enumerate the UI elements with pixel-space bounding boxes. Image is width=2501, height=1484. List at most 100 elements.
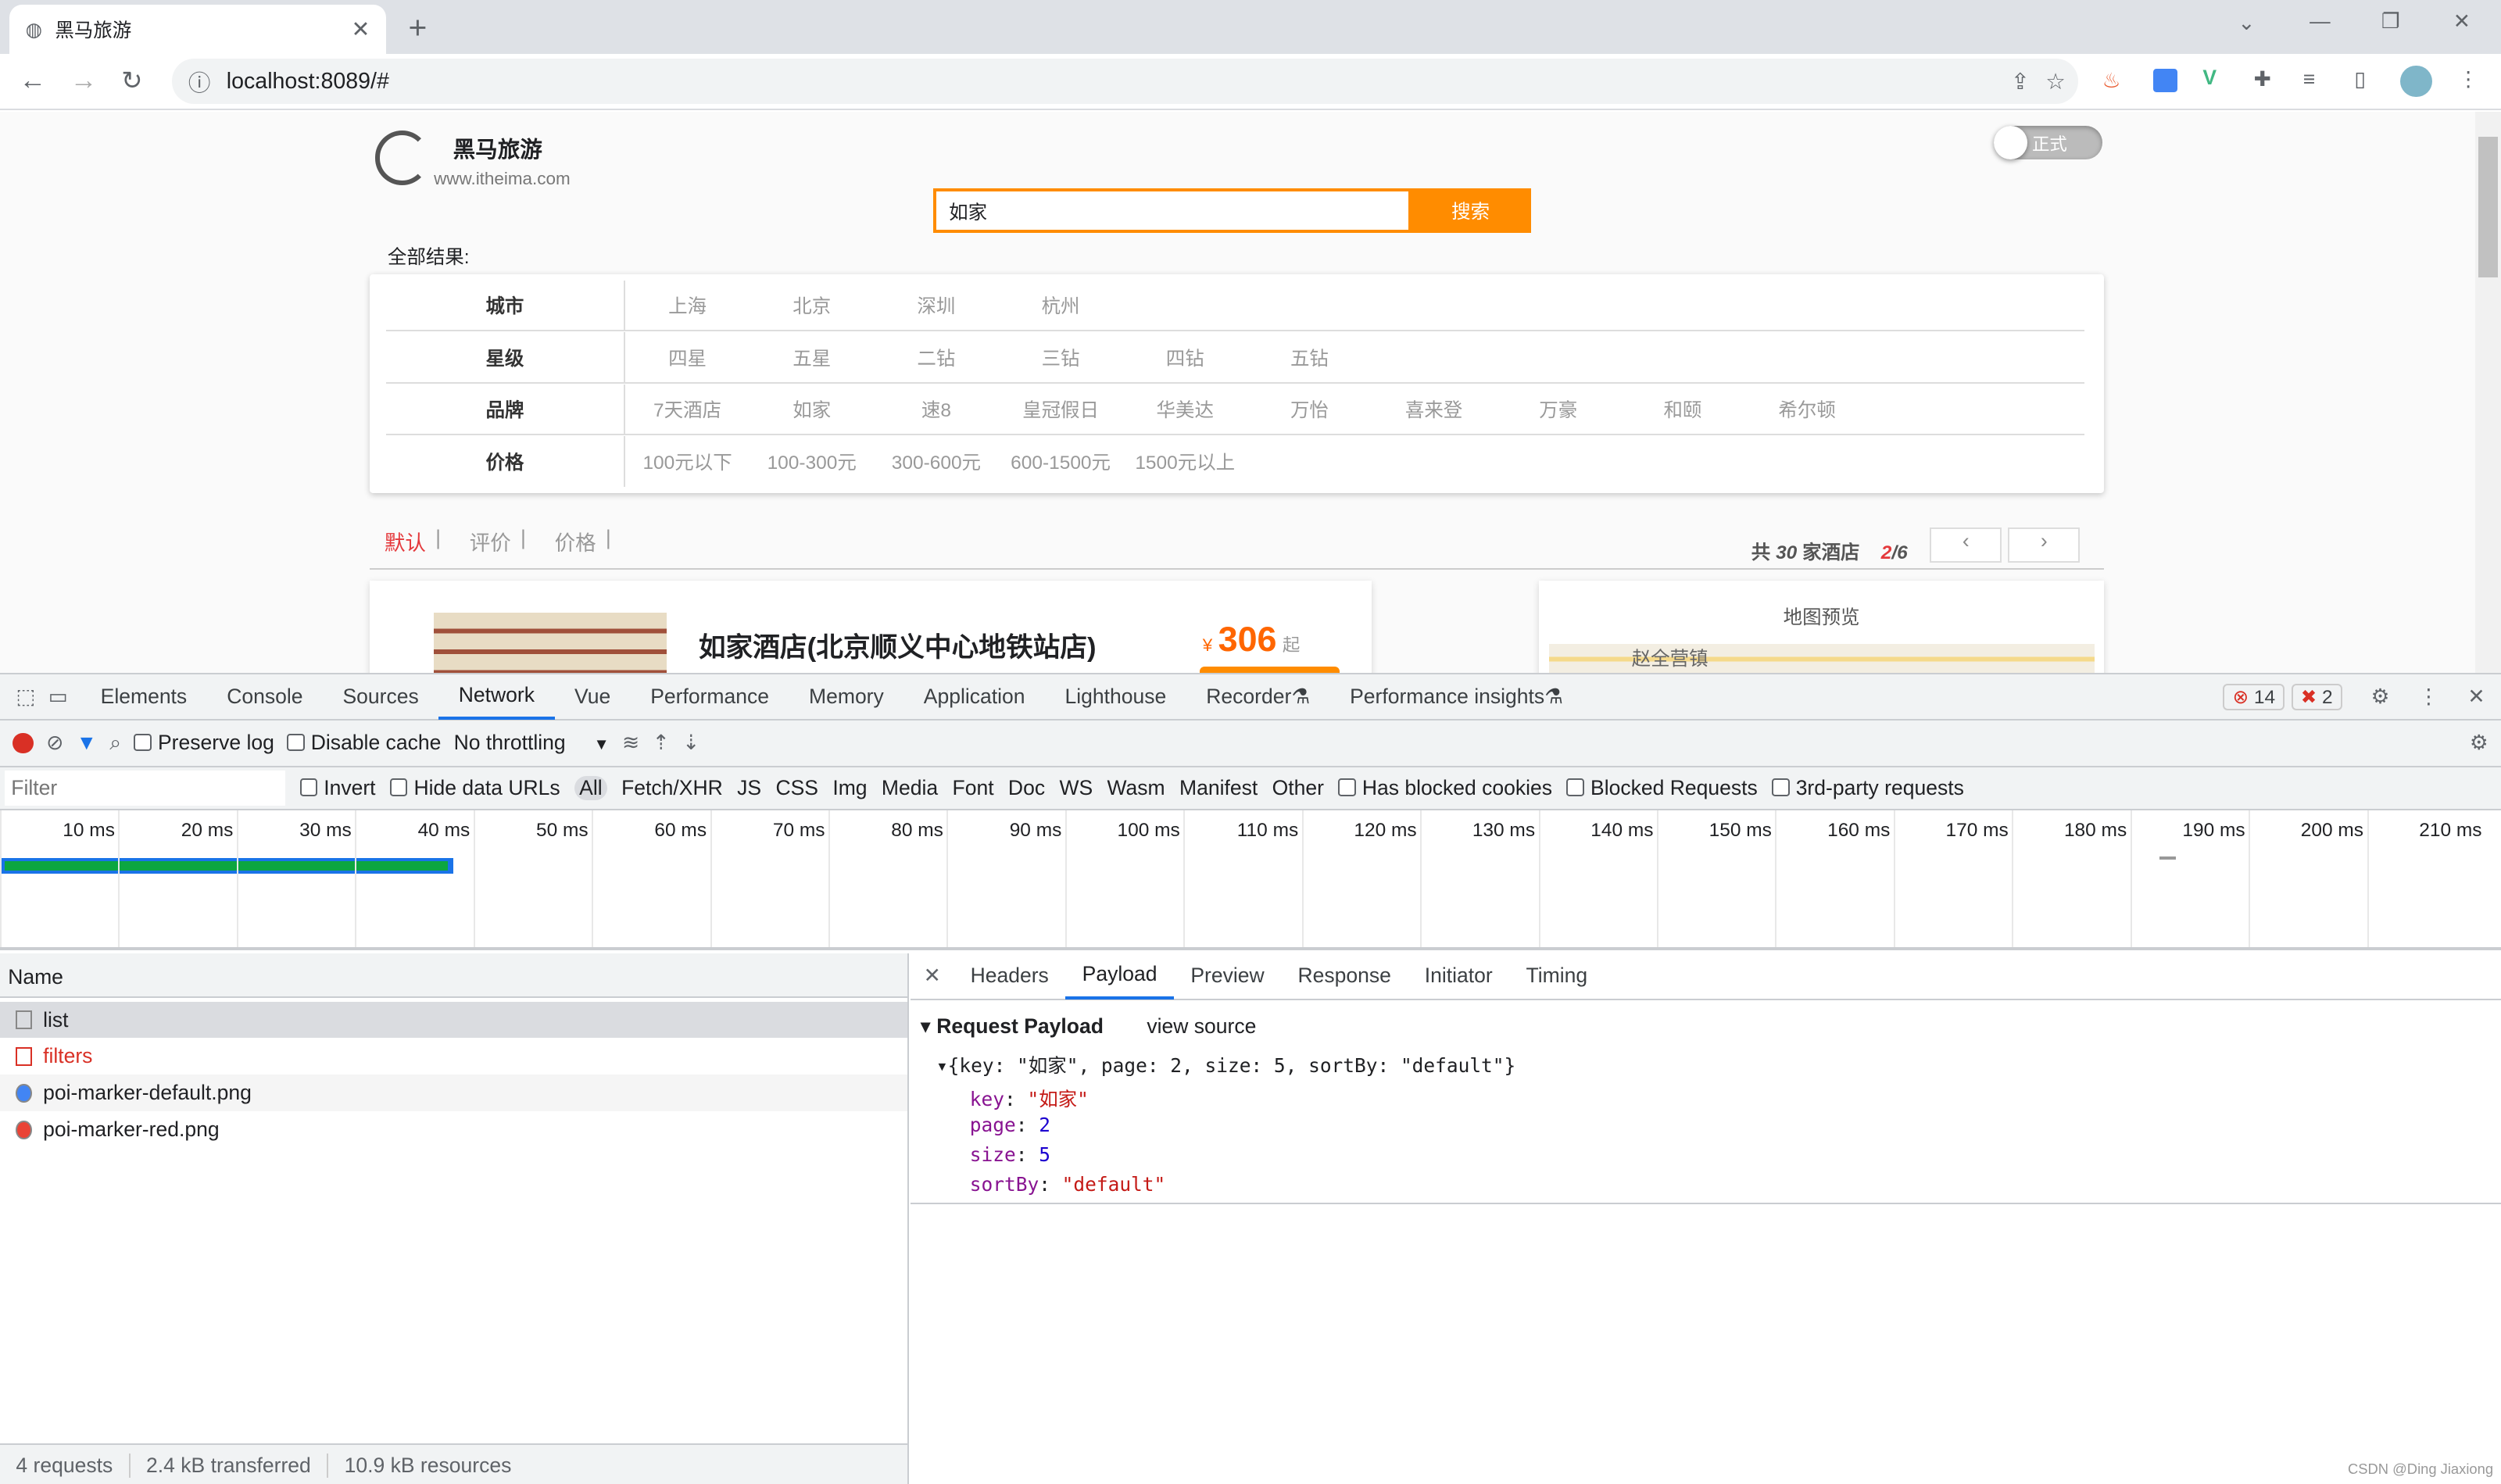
- close-detail-icon[interactable]: ✕: [911, 964, 954, 988]
- sort-price[interactable]: 价格: [555, 526, 596, 556]
- close-window-icon[interactable]: ✕: [2453, 9, 2471, 34]
- error-count-badge[interactable]: ⊗ 14: [2223, 683, 2285, 710]
- invert-checkbox[interactable]: Invert: [299, 776, 376, 800]
- filter-option[interactable]: 二钻: [874, 344, 998, 371]
- type-filter-button[interactable]: Wasm: [1107, 776, 1165, 800]
- filter-option[interactable]: 华美达: [1123, 395, 1247, 423]
- filter-option[interactable]: 7天酒店: [625, 395, 750, 423]
- type-filter-button[interactable]: Media: [882, 776, 938, 800]
- request-row[interactable]: filters: [0, 1038, 907, 1075]
- extension-icon[interactable]: ♨: [2102, 69, 2121, 93]
- devtools-tab[interactable]: Performance insights ⚗: [1330, 674, 1583, 720]
- filter-option[interactable]: 万豪: [1496, 395, 1620, 423]
- devtools-tab[interactable]: Memory: [789, 674, 904, 720]
- new-tab-icon[interactable]: +: [408, 9, 427, 46]
- url-field[interactable]: ⓘ localhost:8089/# ⇪ ☆: [172, 59, 2079, 104]
- network-settings-icon[interactable]: ⚙: [2470, 731, 2488, 755]
- filter-option[interactable]: 五钻: [1247, 344, 1372, 371]
- filter-option[interactable]: 杭州: [998, 291, 1122, 319]
- filter-option[interactable]: 100元以下: [625, 448, 750, 475]
- clear-icon[interactable]: ⊘: [46, 731, 63, 755]
- payload-summary[interactable]: ▾{key: "如家", page: 2, size: 5, sortBy: "…: [936, 1051, 1515, 1078]
- devtools-tab[interactable]: Elements: [81, 674, 207, 720]
- avatar[interactable]: [2400, 65, 2433, 98]
- filter-option[interactable]: 万怡: [1247, 395, 1372, 423]
- devtools-tab[interactable]: Lighthouse: [1045, 674, 1186, 720]
- hotel-name[interactable]: 如家酒店(北京顺义中心地铁站店): [699, 625, 1097, 664]
- devtools-tab[interactable]: Performance: [631, 674, 789, 720]
- payload-section-title[interactable]: ▾ Request Payload: [921, 1014, 1104, 1039]
- filter-option[interactable]: 上海: [625, 291, 750, 319]
- map-preview[interactable]: 赵全营镇: [1548, 644, 2095, 674]
- view-source-link[interactable]: view source: [1147, 1014, 1256, 1039]
- preserve-log-checkbox[interactable]: Preserve log: [134, 731, 274, 755]
- filter-option[interactable]: 速8: [874, 395, 998, 423]
- type-filter-button[interactable]: Manifest: [1179, 776, 1258, 800]
- puzzle-icon[interactable]: ✚: [2254, 67, 2271, 91]
- settings-gear-icon[interactable]: ⚙: [2371, 685, 2390, 709]
- blocked-requests-checkbox[interactable]: Blocked Requests: [1566, 776, 1758, 800]
- hotel-card[interactable]: 如家酒店(北京顺义中心地铁站店) ¥ 306 起: [370, 580, 1372, 674]
- page-scrollbar[interactable]: [2475, 111, 2501, 674]
- browser-tab[interactable]: ◍ 黑马旅游 ✕: [9, 5, 386, 55]
- detail-tab[interactable]: Timing: [1509, 953, 1604, 999]
- filter-option[interactable]: 和颐: [1620, 395, 1744, 423]
- record-icon[interactable]: [13, 732, 34, 754]
- detail-tab[interactable]: Preview: [1174, 953, 1281, 999]
- filter-option[interactable]: 600-1500元: [998, 448, 1122, 475]
- type-filter-button[interactable]: WS: [1059, 776, 1093, 800]
- type-filter-button[interactable]: Other: [1272, 776, 1324, 800]
- mode-toggle[interactable]: 正式: [1994, 126, 2102, 160]
- network-conditions-icon[interactable]: ≋: [622, 731, 639, 755]
- filter-option[interactable]: 希尔顿: [1745, 395, 1869, 423]
- filter-option[interactable]: 深圳: [874, 291, 998, 319]
- back-icon[interactable]: ←: [19, 66, 46, 96]
- search-input[interactable]: 如家: [932, 188, 1412, 233]
- request-row[interactable]: list: [0, 1001, 908, 1039]
- devtools-tab[interactable]: Vue: [555, 674, 631, 720]
- devtools-tab[interactable]: Console: [207, 674, 323, 720]
- import-har-icon[interactable]: ⇡: [653, 731, 670, 755]
- issues-badge[interactable]: ✖ 2: [2291, 683, 2342, 710]
- devtools-tab[interactable]: Recorder ⚗: [1186, 674, 1330, 720]
- detail-tab[interactable]: Initiator: [1408, 953, 1509, 999]
- filter-option[interactable]: 如家: [750, 395, 874, 423]
- devtools-tab[interactable]: Sources: [323, 674, 438, 720]
- type-filter-button[interactable]: JS: [737, 776, 761, 800]
- sort-rating[interactable]: 评价: [470, 526, 511, 556]
- more-options-icon[interactable]: ⋮: [2418, 685, 2439, 709]
- filter-input[interactable]: [5, 770, 286, 806]
- vue-devtools-icon[interactable]: V: [2202, 66, 2217, 90]
- hide-data-urls-checkbox[interactable]: Hide data URLs: [389, 776, 560, 800]
- next-page-button[interactable]: ›: [2008, 527, 2081, 563]
- filter-option[interactable]: 五星: [750, 344, 874, 371]
- close-tab-icon[interactable]: ✕: [352, 16, 370, 43]
- reading-list-icon[interactable]: ≡: [2303, 67, 2315, 91]
- share-icon[interactable]: ⇪: [2011, 68, 2030, 95]
- type-filter-button[interactable]: All: [574, 775, 607, 800]
- bookmark-star-icon[interactable]: ☆: [2045, 68, 2066, 95]
- filter-option[interactable]: 皇冠假日: [998, 395, 1122, 423]
- export-har-icon[interactable]: ⇣: [682, 731, 699, 755]
- translate-extension-icon[interactable]: [2153, 68, 2177, 93]
- search-icon[interactable]: ⌕: [109, 731, 121, 756]
- type-filter-button[interactable]: Doc: [1008, 776, 1045, 800]
- sort-default[interactable]: 默认: [385, 526, 426, 556]
- book-button[interactable]: [1199, 667, 1340, 674]
- request-row[interactable]: poi-marker-default.png: [0, 1075, 908, 1112]
- filter-option[interactable]: 1500元以上: [1123, 448, 1247, 475]
- disable-cache-checkbox[interactable]: Disable cache: [287, 731, 441, 755]
- type-filter-button[interactable]: Font: [953, 776, 994, 800]
- device-toggle-icon[interactable]: ▭: [48, 685, 68, 709]
- filter-option[interactable]: 四钻: [1123, 344, 1247, 371]
- detail-tab[interactable]: Headers: [954, 953, 1065, 999]
- filter-option[interactable]: 300-600元: [874, 448, 998, 475]
- type-filter-button[interactable]: Img: [832, 776, 867, 800]
- type-filter-button[interactable]: Fetch/XHR: [621, 776, 723, 800]
- tab-search-icon[interactable]: ⌄: [2238, 11, 2255, 35]
- type-filter-button[interactable]: CSS: [775, 776, 818, 800]
- close-devtools-icon[interactable]: ✕: [2467, 685, 2485, 709]
- restore-icon[interactable]: ❐: [2381, 9, 2400, 34]
- menu-icon[interactable]: ⋮: [2458, 67, 2479, 91]
- prev-page-button[interactable]: ‹: [1930, 527, 2002, 563]
